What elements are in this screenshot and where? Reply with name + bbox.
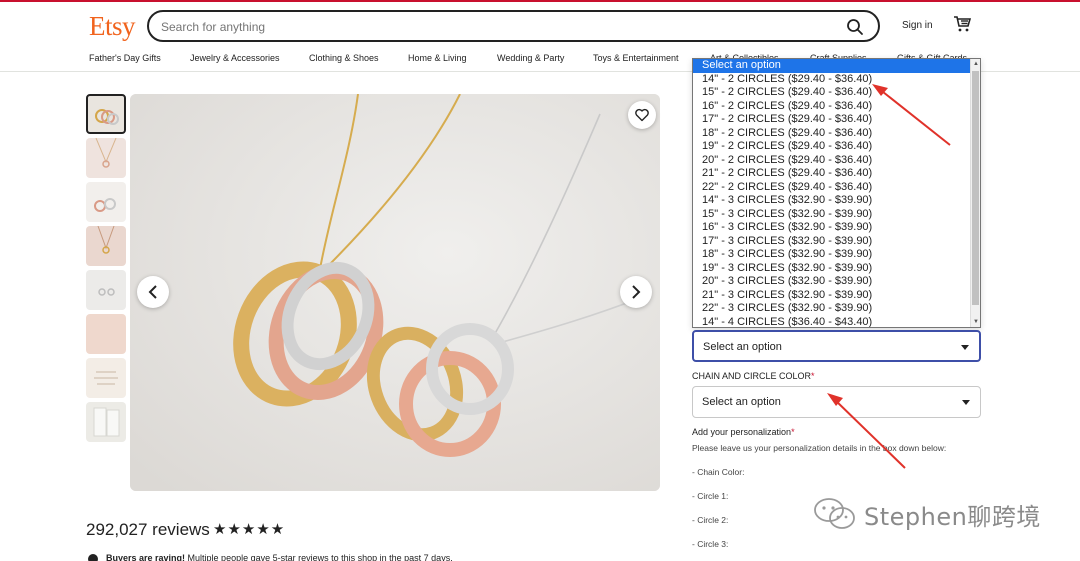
thumbnail-8[interactable] — [86, 402, 126, 442]
nav-item-toys[interactable]: Toys & Entertainment — [593, 53, 679, 63]
search-input[interactable] — [161, 18, 821, 36]
buyers-raving-note: Buyers are raving! Multiple people gave … — [88, 553, 453, 561]
thumbnail-6[interactable] — [86, 314, 126, 354]
heart-icon — [635, 108, 649, 122]
buyers-raving-text: Multiple people gave 5-star reviews to t… — [185, 553, 453, 561]
buyers-raving-bold: Buyers are raving! — [106, 553, 186, 561]
color-select-value: Select an option — [702, 396, 781, 408]
cart-icon[interactable] — [953, 15, 972, 33]
scroll-up-icon[interactable]: ▲ — [972, 60, 980, 68]
option-item[interactable]: 17" - 3 CIRCLES ($32.90 - $39.90) — [693, 235, 980, 249]
wechat-logo-icon — [814, 498, 855, 529]
thumbnail-2[interactable] — [86, 138, 126, 178]
caret-down-icon — [961, 345, 969, 350]
option-item[interactable]: 16" - 2 CIRCLES ($29.40 - $36.40) — [693, 100, 980, 114]
personalization-label: Add your personalization* — [692, 427, 795, 437]
scrollbar-thumb[interactable] — [972, 71, 979, 305]
required-marker: * — [811, 371, 815, 381]
top-accent-line — [0, 0, 1080, 2]
personalization-instructions: Please leave us your personalization det… — [692, 443, 947, 453]
nav-item-home[interactable]: Home & Living — [408, 53, 467, 63]
option-item[interactable]: 14" - 2 CIRCLES ($29.40 - $36.40) — [693, 73, 980, 87]
option-item[interactable]: 18" - 2 CIRCLES ($29.40 - $36.40) — [693, 127, 980, 141]
chevron-left-icon — [148, 285, 157, 299]
color-select-label: CHAIN AND CIRCLE COLOR* — [692, 371, 815, 381]
previous-image-button[interactable] — [137, 276, 169, 308]
option-item[interactable]: 15" - 3 CIRCLES ($32.90 - $39.90) — [693, 208, 980, 222]
search-icon[interactable] — [846, 18, 864, 36]
personalization-line-circle-2: - Circle 2: — [692, 515, 729, 525]
option-item[interactable]: 15" - 2 CIRCLES ($29.40 - $36.40) — [693, 86, 980, 100]
option-item[interactable]: 22" - 2 CIRCLES ($29.40 - $36.40) — [693, 181, 980, 195]
thumbnail-7[interactable] — [86, 358, 126, 398]
watermark-text: Stephen聊跨境 — [864, 503, 1041, 531]
color-select[interactable]: Select an option — [692, 386, 981, 418]
option-item[interactable]: 17" - 2 CIRCLES ($29.40 - $36.40) — [693, 113, 980, 127]
option-item[interactable]: Select an option — [693, 59, 980, 73]
thumbnail-5[interactable] — [86, 270, 126, 310]
listbox-scrollbar[interactable]: ▲ ▼ — [970, 59, 980, 327]
required-marker: * — [791, 427, 795, 437]
option-item[interactable]: 14" - 3 CIRCLES ($32.90 - $39.90) — [693, 194, 980, 208]
favorite-button[interactable] — [628, 101, 656, 129]
option-item[interactable]: 21" - 2 CIRCLES ($29.40 - $36.40) — [693, 167, 980, 181]
personalization-line-chain-color: - Chain Color: — [692, 467, 745, 477]
next-image-button[interactable] — [620, 276, 652, 308]
caret-down-icon — [962, 400, 970, 405]
option-item[interactable]: 19" - 3 CIRCLES ($32.90 - $39.90) — [693, 262, 980, 276]
nav-item-clothing[interactable]: Clothing & Shoes — [309, 53, 379, 63]
thumbnail-3[interactable] — [86, 182, 126, 222]
star-rating: ★★★★★ — [213, 521, 286, 538]
thumbnail-4[interactable] — [86, 226, 126, 266]
product-image[interactable] — [130, 94, 660, 491]
length-select-value: Select an option — [703, 341, 782, 353]
option-item[interactable]: 21" - 3 CIRCLES ($32.90 - $39.90) — [693, 289, 980, 303]
option-item[interactable]: 20" - 3 CIRCLES ($32.90 - $39.90) — [693, 275, 980, 289]
personalization-label-text: Add your personalization — [692, 427, 792, 437]
nav-item-fathers-day[interactable]: Father's Day Gifts — [89, 53, 161, 63]
length-options-listbox[interactable]: Select an option 14" - 2 CIRCLES ($29.40… — [692, 58, 981, 328]
option-item[interactable]: 19" - 2 CIRCLES ($29.40 - $36.40) — [693, 140, 980, 154]
option-item[interactable]: 22" - 3 CIRCLES ($32.90 - $39.90) — [693, 302, 980, 316]
nav-item-jewelry[interactable]: Jewelry & Accessories — [190, 53, 280, 63]
option-item[interactable]: 14" - 4 CIRCLES ($36.40 - $43.40) — [693, 316, 980, 328]
personalization-line-circle-3: - Circle 3: — [692, 539, 729, 549]
nav-item-wedding[interactable]: Wedding & Party — [497, 53, 564, 63]
length-select[interactable]: Select an option — [692, 330, 981, 362]
thumbnail-1[interactable] — [86, 94, 126, 134]
option-item[interactable]: 16" - 3 CIRCLES ($32.90 - $39.90) — [693, 221, 980, 235]
etsy-logo[interactable]: Etsy — [89, 11, 136, 42]
chevron-right-icon — [632, 285, 641, 299]
sign-in-link[interactable]: Sign in — [902, 20, 933, 31]
option-item[interactable]: 20" - 2 CIRCLES ($29.40 - $36.40) — [693, 154, 980, 168]
badge-icon — [88, 553, 98, 561]
wechat-watermark: Stephen聊跨境 — [812, 496, 1040, 532]
search-bar[interactable] — [147, 10, 880, 42]
reviews-count[interactable]: 292,027 reviews — [86, 520, 210, 540]
personalization-line-circle-1: - Circle 1: — [692, 491, 729, 501]
option-item[interactable]: 18" - 3 CIRCLES ($32.90 - $39.90) — [693, 248, 980, 262]
color-label-text: CHAIN AND CIRCLE COLOR — [692, 371, 812, 381]
scroll-down-icon[interactable]: ▼ — [972, 318, 980, 326]
